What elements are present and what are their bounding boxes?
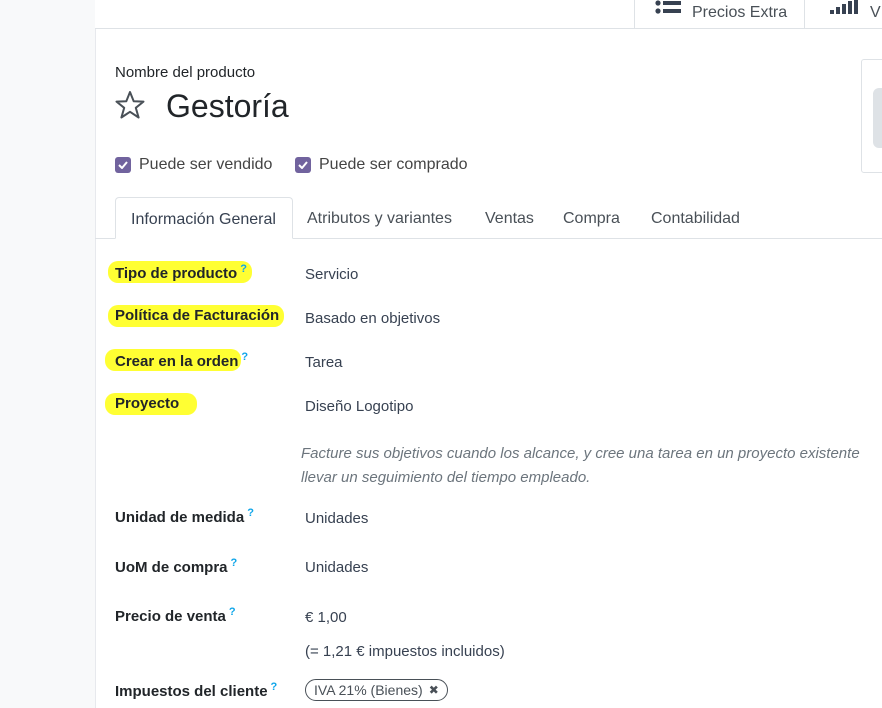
unidad-medida-value[interactable]: Unidades [305,510,368,527]
favorite-star-icon[interactable] [114,90,146,125]
tipo-producto-label: Tipo de producto? [115,263,247,282]
checkmark-icon [295,157,311,173]
help-tooltip-icon[interactable]: ? [231,557,238,569]
help-tooltip-icon[interactable]: ? [271,681,278,693]
tipo-producto-value[interactable]: Servicio [305,266,358,283]
list-icon [655,0,681,21]
product-name-label: Nombre del producto [115,64,256,81]
image-placeholder [873,88,882,148]
precio-venta-label: Precio de venta? [115,606,236,625]
product-name-field[interactable]: Gestoría [166,88,289,125]
product-image-field[interactable] [861,59,882,173]
tab-informacion-general[interactable]: Información General [115,197,293,239]
crear-orden-value[interactable]: Tarea [305,354,343,371]
help-line: Facture sus objetivos cuando los alcance… [301,445,860,462]
tax-tag[interactable]: IVA 21% (Bienes) ✖ [305,679,448,701]
button-box: Precios Extra V [95,0,882,29]
precio-venta-value[interactable]: € 1,00 [305,609,347,626]
purchase-ok-label: Puede ser comprado [319,156,468,173]
politica-facturacion-value[interactable]: Basado en objetivos [305,310,440,327]
unidad-medida-label: Unidad de medida? [115,507,254,526]
proyecto-label: Proyecto [115,395,180,412]
purchase-ok-checkbox[interactable]: Puede ser comprado [295,156,468,174]
crear-orden-label: Crear en la orden? [115,351,249,370]
uom-compra-label: UoM de compra? [115,557,238,576]
tab-ventas[interactable]: Ventas [485,197,534,238]
sales-stat-label: V [870,4,881,21]
tab-compra[interactable]: Compra [563,197,620,238]
tab-atributos-variantes[interactable]: Atributos y variantes [307,197,452,238]
precios-extra-button[interactable]: Precios Extra [634,0,804,28]
notebook-tabs: Información General Atributos y variante… [95,197,882,239]
tax-tag-label: IVA 21% (Bienes) [314,682,423,698]
help-tooltip-icon[interactable]: ? [229,606,236,618]
invoice-policy-help: Facture sus objetivos cuando los alcance… [301,442,882,490]
tab-contabilidad[interactable]: Contabilidad [651,197,740,238]
help-tooltip-icon[interactable]: ? [247,507,254,519]
politica-facturacion-label: Política de Facturación [115,307,280,324]
proyecto-value[interactable]: Diseño Logotipo [305,398,413,415]
help-tooltip-icon[interactable]: ? [241,351,248,363]
remove-tag-icon[interactable]: ✖ [429,683,439,697]
help-tooltip-icon[interactable]: ? [240,263,247,275]
checkmark-icon [115,157,131,173]
sale-ok-checkbox[interactable]: Puede ser vendido [115,156,272,174]
sales-stat-button[interactable]: V [804,0,882,28]
impuestos-cliente-label: Impuestos del cliente? [115,681,278,700]
uom-compra-value[interactable]: Unidades [305,559,368,576]
left-panel [0,0,96,708]
help-line: llevar un seguimiento del tiempo emplead… [301,469,591,486]
bar-chart-icon [828,0,860,21]
tax-included-text: (= 1,21 € impuestos incluidos) [305,643,505,660]
sale-ok-label: Puede ser vendido [139,156,273,173]
precios-extra-label: Precios Extra [692,4,788,21]
